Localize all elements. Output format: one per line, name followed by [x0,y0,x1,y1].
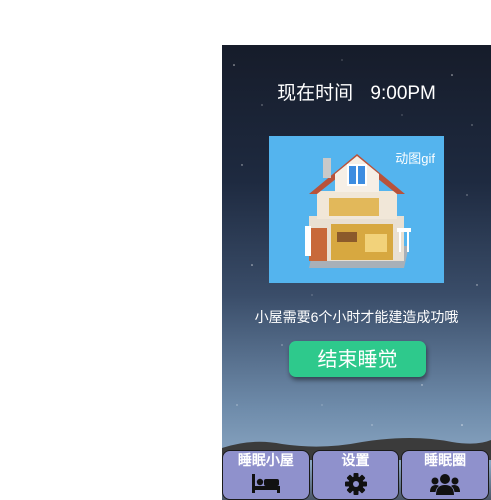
house-animation: 动图gif [269,136,444,283]
current-time-label: 现在时间 [277,83,354,104]
gear-icon [344,473,367,495]
gif-label: 动图gif [395,151,435,166]
bottom-tab-bar: 睡眠小屋 设置 睡眠圈 [222,450,491,500]
build-info-text: 小屋需要6个小时才能建造成功哦 [254,309,459,325]
end-sleep-button[interactable]: 结束睡觉 [289,341,426,377]
tab-settings-label: 设置 [341,453,370,469]
tab-sleep-house-label: 睡眠小屋 [237,453,294,469]
tab-sleep-circle[interactable]: 睡眠圈 [401,450,490,500]
tab-sleep-circle-label: 睡眠圈 [424,453,467,469]
current-time-value: 9:00PM [370,83,436,104]
bed-icon [251,474,280,493]
app-screen: 现在时间 9:00PM 动图gif 小屋需要6个小时才能建造成功哦 结束睡觉 睡… [222,45,491,500]
users-icon [430,474,461,495]
tab-settings[interactable]: 设置 [311,450,400,500]
current-time: 现在时间 9:00PM [222,78,491,105]
tab-sleep-house[interactable]: 睡眠小屋 [222,450,310,500]
